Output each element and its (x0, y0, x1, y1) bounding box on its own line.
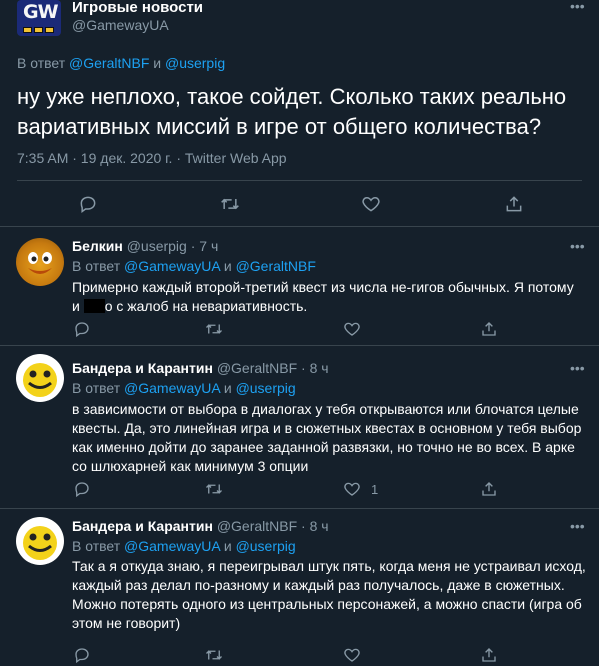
avatar[interactable]: GW (17, 0, 61, 36)
share-button[interactable] (480, 320, 498, 338)
smiley-face-icon (23, 363, 57, 397)
like-button[interactable]: 1 (343, 480, 378, 498)
mention-link[interactable]: @GamewayUA (124, 258, 220, 274)
tweet-text: в зависимости от выбора в диалогах у теб… (72, 401, 582, 474)
share-button[interactable] (480, 646, 498, 664)
author-handle[interactable]: @userpig (127, 238, 187, 254)
reply-tweet[interactable]: Бандера и Карантин @GeraltNBF · 8 ч ••• … (0, 347, 599, 509)
tweet-time[interactable]: 8 ч (310, 518, 329, 534)
share-icon (506, 196, 522, 212)
main-tweet: GW Игровые новости @GamewayUA ••• В отве… (0, 0, 599, 227)
reply-icon (75, 322, 89, 338)
logo-blocks (23, 27, 54, 33)
author-handle[interactable]: @GeraltNBF (217, 518, 297, 534)
reply-header: Белкин @userpig · 7 ч (72, 238, 219, 254)
mention-link[interactable]: @userpig (236, 380, 296, 396)
avatar-logo-text: GW (23, 1, 59, 23)
reply-button[interactable] (73, 320, 91, 338)
tweet-time[interactable]: 8 ч (310, 360, 329, 376)
reply-context: В ответ @GamewayUA и @userpig (72, 538, 296, 554)
retweet-button[interactable] (204, 320, 224, 338)
author-handle[interactable]: @GamewayUA (72, 17, 169, 33)
share-icon (482, 482, 496, 496)
heart-icon (344, 482, 360, 496)
retweet-button[interactable] (204, 646, 224, 664)
reply-button[interactable] (73, 646, 91, 664)
retweet-button[interactable] (204, 480, 224, 498)
heart-icon (362, 196, 380, 212)
reply-button[interactable] (78, 194, 98, 214)
mention-link[interactable]: @userpig (165, 55, 225, 71)
reply-tweet[interactable]: Бандера и Карантин @GeraltNBF · 8 ч ••• … (0, 510, 599, 666)
mention-link[interactable]: @GeraltNBF (69, 55, 149, 71)
more-options-icon[interactable]: ••• (570, 0, 585, 13)
retweet-icon (221, 198, 239, 210)
divider (17, 180, 582, 181)
tweet-time[interactable]: 7 ч (199, 238, 218, 254)
share-button[interactable] (480, 480, 498, 498)
avatar[interactable] (16, 238, 64, 286)
tweet-text: Так а я откуда знаю, я переигрывал штук … (72, 558, 586, 631)
more-options-icon[interactable]: ••• (570, 361, 585, 375)
reply-context: В ответ @GeraltNBF и @userpig (17, 55, 226, 71)
reply-button[interactable] (73, 480, 91, 498)
retweet-icon (206, 484, 222, 494)
heart-icon (344, 322, 360, 336)
like-button[interactable] (343, 646, 361, 664)
like-button[interactable] (343, 320, 361, 338)
share-button[interactable] (504, 194, 524, 214)
mention-link[interactable]: @GamewayUA (124, 380, 220, 396)
reply-icon (75, 648, 89, 664)
smiley-face-icon (23, 526, 57, 560)
avatar[interactable] (16, 517, 64, 565)
tweet-text: ну уже неплохо, такое сойдет. Сколько та… (17, 84, 567, 139)
like-count: 1 (371, 481, 379, 497)
tweet-text: Примерно каждый второй-третий квест из ч… (72, 279, 574, 314)
mention-link[interactable]: @GeraltNBF (236, 258, 316, 274)
avatar[interactable] (16, 354, 64, 402)
reply-context: В ответ @GamewayUA и @userpig (72, 380, 296, 396)
share-icon (482, 322, 496, 336)
like-button[interactable] (361, 194, 381, 214)
author-name[interactable]: Белкин (72, 238, 123, 254)
more-options-icon[interactable]: ••• (570, 239, 585, 253)
mention-link[interactable]: @GamewayUA (124, 538, 220, 554)
author-name[interactable]: Игровые новости (72, 0, 203, 16)
author-name[interactable]: Бандера и Карантин (72, 360, 213, 376)
heart-icon (344, 648, 360, 662)
share-icon (482, 648, 496, 662)
author-handle[interactable]: @GeraltNBF (217, 360, 297, 376)
reply-header: Бандера и Карантин @GeraltNBF · 8 ч (72, 360, 329, 376)
reply-context: В ответ @GamewayUA и @GeraltNBF (72, 258, 316, 274)
retweet-icon (206, 324, 222, 334)
more-options-icon[interactable]: ••• (570, 519, 585, 533)
reply-icon (80, 196, 96, 213)
reply-header: Бандера и Карантин @GeraltNBF · 8 ч (72, 518, 329, 534)
retweet-button[interactable] (219, 194, 241, 214)
redaction-block (83, 299, 105, 313)
author-name[interactable]: Бандера и Карантин (72, 518, 213, 534)
reply-icon (75, 482, 89, 498)
mention-link[interactable]: @userpig (236, 538, 296, 554)
retweet-icon (206, 650, 222, 660)
tweet-timestamp[interactable]: 7:35 AM · 19 дек. 2020 г. · Twitter Web … (17, 150, 287, 166)
reply-tweet[interactable]: Белкин @userpig · 7 ч ••• В ответ @Gamew… (0, 228, 599, 346)
belkin-face-icon (28, 252, 52, 274)
